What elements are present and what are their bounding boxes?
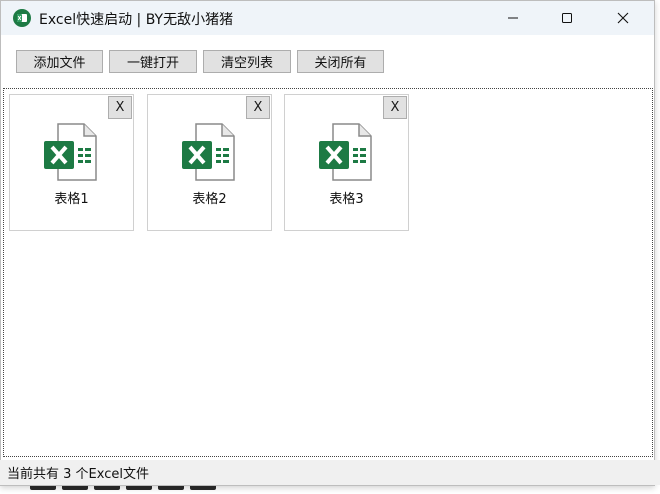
close-window-button[interactable] [597,1,649,35]
minimize-button[interactable] [487,1,539,35]
excel-file-icon [319,123,372,181]
file-card[interactable]: X 表格3 [284,94,409,231]
maximize-button[interactable] [541,1,593,35]
close-icon [617,12,629,24]
file-card[interactable]: X 表格2 [147,94,272,231]
minimize-icon [508,17,518,19]
excel-file-icon [182,123,235,181]
window-title: Excel快速启动 | BY无敌小猪猪 [39,12,234,28]
remove-file-button[interactable]: X [383,96,407,119]
open-all-button[interactable]: 一键打开 [109,50,197,73]
file-count-status: 当前共有 3 个Excel文件 [7,467,149,482]
remove-file-button[interactable]: X [246,96,270,119]
file-label: 表格2 [192,192,227,207]
add-file-button[interactable]: 添加文件 [16,50,103,73]
status-bar: 当前共有 3 个Excel文件 [0,460,660,485]
close-all-button[interactable]: 关闭所有 [297,50,384,73]
maximize-icon [562,13,572,23]
remove-file-button[interactable]: X [108,96,132,119]
title-bar[interactable]: Excel快速启动 | BY无敌小猪猪 [1,1,654,35]
excel-app-icon [13,9,31,27]
excel-file-icon [44,123,97,181]
file-card[interactable]: X 表格1 [9,94,134,231]
clear-list-button[interactable]: 清空列表 [203,50,291,73]
file-label: 表格3 [329,192,364,207]
file-label: 表格1 [54,192,89,207]
